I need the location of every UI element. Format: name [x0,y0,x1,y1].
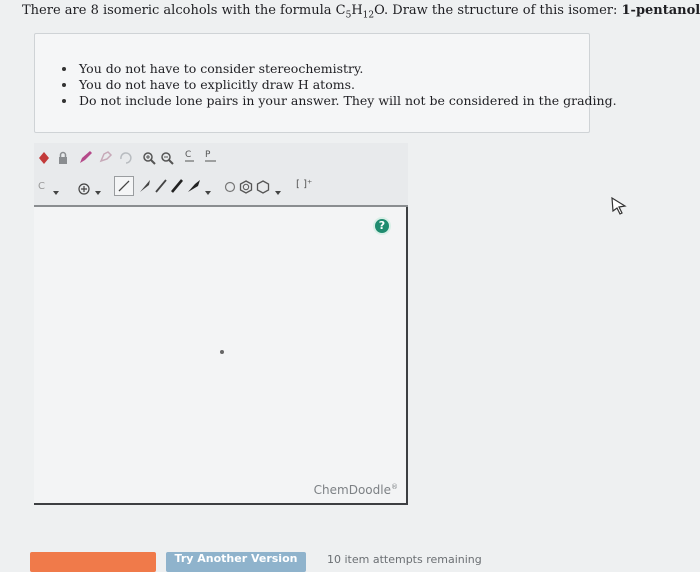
try-another-version-button[interactable]: Try Another Version [166,552,306,572]
svg-text:P: P [205,150,211,160]
chemdoodle-editor: C P C [34,143,408,505]
editor-toolbar-top: C P [34,143,408,172]
benzene-icon[interactable] [239,179,253,198]
bold-bond-icon[interactable] [186,178,202,198]
lasso-icon[interactable] [98,149,114,169]
instruction-item: You do not have to explicitly draw H ato… [79,77,589,93]
editor-toolbar-bottom: C [34,171,408,207]
double-bond-icon[interactable] [154,178,168,198]
submit-answer-button[interactable] [30,552,156,572]
bracket-tool[interactable]: [ ]⁺ [296,179,312,190]
question-text: There are 8 isomeric alcohols with the f… [22,2,682,25]
help-icon[interactable]: ? [373,217,391,235]
zoom-in-icon[interactable] [142,150,156,169]
clear-icon[interactable] [37,150,51,169]
mouse-cursor-icon [610,197,628,219]
pencil-icon[interactable] [78,149,94,169]
chevron-down-icon[interactable] [94,182,102,201]
cyclopropane-icon[interactable] [224,179,236,198]
instructions-box: You do not have to consider stereochemis… [34,33,590,133]
chevron-down-icon[interactable] [274,182,282,201]
element-selector[interactable]: C [38,181,45,192]
chemdoodle-logo: ChemDoodle® [314,483,398,497]
clean-icon[interactable]: C [184,148,196,168]
drawing-canvas[interactable]: ? ChemDoodle® [34,207,408,505]
charge-plus-icon[interactable] [78,180,90,199]
svg-text:C: C [185,150,191,160]
zoom-out-icon[interactable] [160,150,174,169]
undo-icon[interactable] [118,150,132,169]
instruction-item: Do not include lone pairs in your answer… [79,93,589,109]
triple-bond-icon[interactable] [170,178,184,198]
single-bond-tool-icon[interactable] [114,176,134,200]
isomer-name: 1-pentanol. [622,3,700,18]
lock-icon[interactable] [56,150,70,169]
periodic-table-icon[interactable]: P [204,148,218,168]
canvas-dot [220,350,224,354]
wedge-bond-icon[interactable] [138,178,152,198]
attempts-remaining: 10 item attempts remaining [327,553,482,566]
instruction-item: You do not have to consider stereochemis… [79,61,589,77]
cyclohexane-icon[interactable] [256,179,270,198]
chevron-down-icon[interactable] [52,182,60,201]
chevron-down-icon[interactable] [204,182,212,201]
